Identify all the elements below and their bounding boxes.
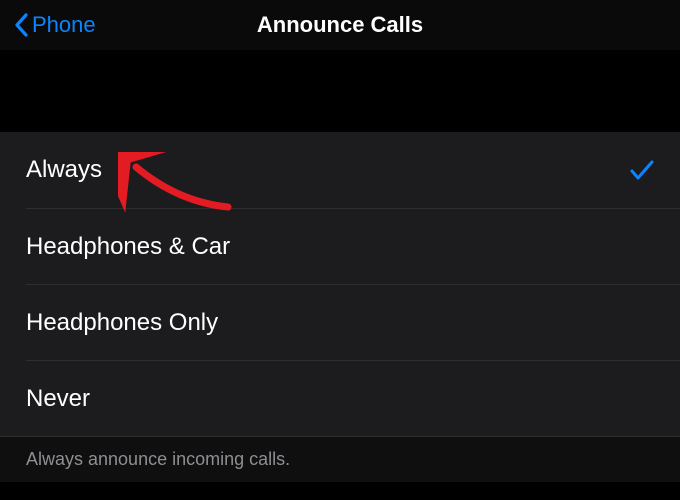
option-label: Headphones Only [26,309,218,337]
option-never[interactable]: Never [0,360,680,436]
options-list: Always Headphones & Car Headphones Only … [0,132,680,436]
chevron-left-icon [14,13,28,37]
option-always[interactable]: Always [0,132,680,208]
option-label: Always [26,156,102,184]
spacer [0,50,680,132]
option-headphones-only[interactable]: Headphones Only [0,284,680,360]
checkmark-icon [630,159,654,181]
footer: Always announce incoming calls. [0,436,680,482]
navigation-bar: Phone Announce Calls [0,0,680,50]
option-label: Headphones & Car [26,233,230,261]
footer-description: Always announce incoming calls. [26,449,654,470]
page-title: Announce Calls [0,12,680,38]
option-label: Never [26,385,90,413]
back-label: Phone [32,12,96,38]
back-button[interactable]: Phone [14,12,96,38]
option-headphones-car[interactable]: Headphones & Car [0,208,680,284]
